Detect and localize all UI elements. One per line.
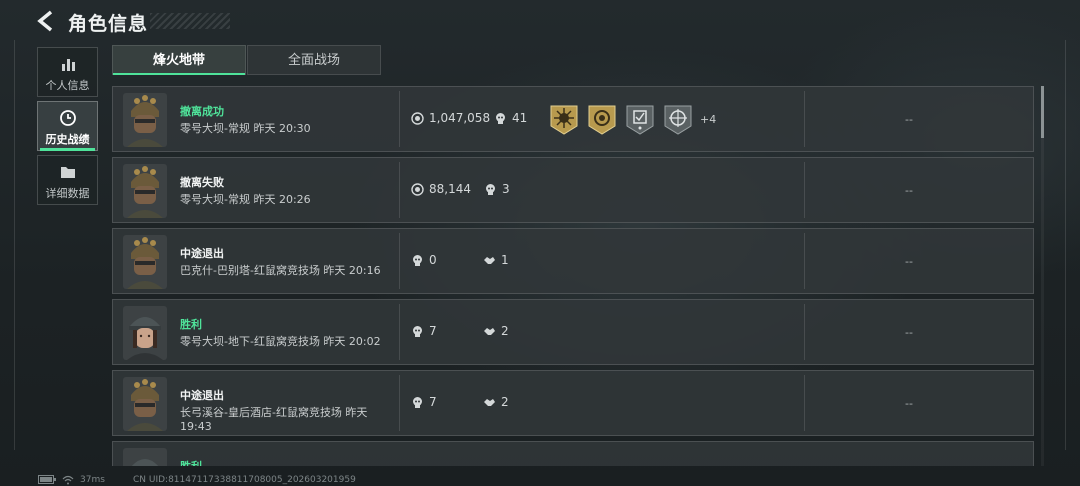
history-row[interactable]: 中途退出 巴克什-巴别塔-红鼠窝竞技场 昨天 20:16 0 1 -- (112, 228, 1034, 294)
frame-line-right (1065, 40, 1066, 450)
ping-text: 37ms (80, 475, 105, 485)
match-map-time: 零号大坝-常规 昨天 20:26 (180, 193, 311, 206)
wifi-icon (62, 475, 74, 486)
sidebar-item-label: 详细数据 (45, 187, 90, 200)
kill-count: 3 (502, 182, 510, 196)
divider (399, 375, 400, 431)
divider (804, 91, 805, 147)
tab-full-battlefield[interactable]: 全面战场 (247, 45, 381, 75)
sidebar-item-detail-data[interactable]: 详细数据 (37, 155, 98, 205)
handshake-icon (484, 327, 495, 335)
divider (399, 304, 400, 360)
skull-icon (486, 183, 495, 195)
kill-count: 41 (512, 111, 528, 125)
operator-avatar (123, 93, 167, 147)
coin-icon (411, 111, 424, 125)
history-row[interactable]: 胜利 零号大坝-地下-红鼠窝竞技场 昨天 20:02 7 2 -- (112, 299, 1034, 365)
history-row[interactable]: 中途退出 长弓溪谷-皇后酒店-红鼠窝竞技场 昨天 19:43 7 2 -- (112, 370, 1034, 436)
value-stat: 1,047,058 (411, 111, 490, 125)
operator-avatar (123, 235, 167, 289)
match-map-time: 零号大坝-常规 昨天 20:30 (180, 122, 311, 135)
divider (399, 162, 400, 218)
folder-icon (60, 167, 75, 178)
bar-chart-icon (61, 59, 75, 71)
value-amount: 88,144 (429, 182, 471, 196)
checklist-badge-icon (626, 105, 654, 135)
skull-icon (413, 254, 422, 266)
kill-count: 0 (429, 253, 437, 267)
history-row[interactable]: 撤离成功 零号大坝-常规 昨天 20:30 1,047,058 41 +4 -- (112, 86, 1034, 152)
operator-avatar (123, 164, 167, 218)
match-map-time: 长弓溪谷-皇后酒店-红鼠窝竞技场 昨天 19:43 (180, 406, 400, 434)
match-map-time: 巴克什-巴别塔-红鼠窝竞技场 昨天 20:16 (180, 264, 381, 277)
kill-stat: 7 (411, 395, 437, 409)
extra-value: -- (905, 255, 913, 268)
match-result: 中途退出 (180, 389, 224, 402)
extra-value: -- (905, 397, 913, 410)
battery-icon (38, 475, 56, 486)
sidebar-item-history[interactable]: 历史战绩 (37, 101, 98, 151)
assist-stat: 2 (483, 324, 509, 338)
back-arrow-icon[interactable] (36, 10, 58, 34)
operator-avatar (123, 377, 167, 431)
clock-icon (59, 110, 76, 126)
sidebar-item-label: 个人信息 (45, 79, 90, 92)
divider (804, 162, 805, 218)
uid-text: CN UID:8114711733881170800​5_20260320195… (133, 475, 356, 485)
value-stat: 88,144 (411, 182, 471, 196)
medal-badge-icon (588, 105, 616, 135)
handshake-icon (484, 256, 495, 264)
kill-count: 7 (429, 395, 437, 409)
more-badges-count: +4 (700, 113, 717, 126)
match-result: 撤离成功 (180, 105, 224, 118)
map-line: 长弓溪谷-皇后酒店-红鼠窝竞技场 昨天 (180, 406, 368, 419)
sidebar-item-personal-info[interactable]: 个人信息 (37, 47, 98, 97)
sun-badge-icon (550, 105, 578, 135)
title-decoration (150, 13, 230, 29)
extra-value: -- (905, 184, 913, 197)
tab-hazard-zone[interactable]: 烽火地带 (112, 45, 246, 75)
divider (804, 304, 805, 360)
kill-stat: 3 (484, 182, 510, 196)
divider (804, 233, 805, 289)
assist-count: 2 (501, 395, 509, 409)
page-title: 角色信息 (68, 13, 149, 35)
kill-stat: 7 (411, 324, 437, 338)
skull-icon (413, 396, 422, 408)
operator-avatar (123, 306, 167, 360)
extra-value: -- (905, 113, 913, 126)
operator-avatar (123, 448, 167, 466)
frame-line-left (14, 40, 15, 450)
skull-icon (413, 325, 422, 337)
scrollbar-thumb[interactable] (1041, 86, 1044, 138)
kill-stat: 41 (494, 111, 527, 125)
history-list: 撤离成功 零号大坝-常规 昨天 20:30 1,047,058 41 +4 --… (112, 86, 1035, 466)
match-result: 胜利 (180, 458, 202, 466)
history-row[interactable]: 胜利 (112, 441, 1034, 466)
value-amount: 1,047,058 (429, 111, 491, 125)
extra-value: -- (905, 326, 913, 339)
handshake-icon (484, 398, 495, 406)
coin-icon (411, 182, 424, 196)
divider (804, 375, 805, 431)
history-row[interactable]: 撤离失败 零号大坝-常规 昨天 20:26 88,144 3 -- (112, 157, 1034, 223)
skull-icon (496, 112, 505, 124)
kill-count: 7 (429, 324, 437, 338)
divider (399, 91, 400, 147)
assist-count: 1 (501, 253, 509, 267)
crosshair-badge-icon (664, 105, 692, 135)
assist-stat: 2 (483, 395, 509, 409)
match-map-time: 零号大坝-地下-红鼠窝竞技场 昨天 20:02 (180, 335, 381, 348)
sidebar-item-label: 历史战绩 (45, 133, 90, 146)
time-line: 19:43 (180, 420, 212, 433)
match-result: 撤离失败 (180, 176, 224, 189)
divider (399, 233, 400, 289)
assist-stat: 1 (483, 253, 509, 267)
assist-count: 2 (501, 324, 509, 338)
kill-stat: 0 (411, 253, 437, 267)
match-result: 胜利 (180, 318, 202, 331)
match-result: 中途退出 (180, 247, 224, 260)
scrollbar-track[interactable] (1041, 86, 1044, 466)
